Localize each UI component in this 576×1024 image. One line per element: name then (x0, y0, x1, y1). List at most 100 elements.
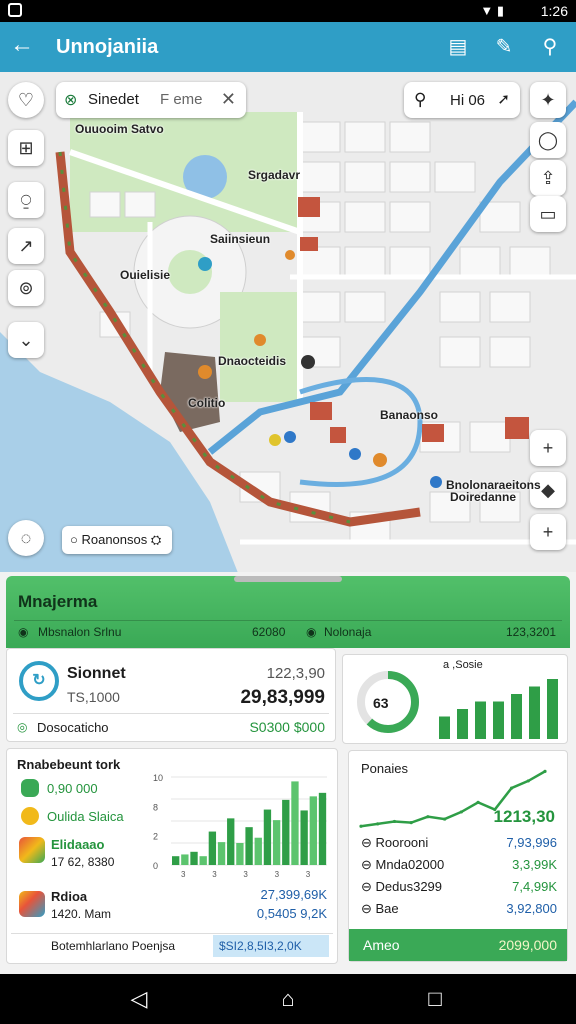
line-point (543, 769, 547, 773)
tick-label: 3 (212, 870, 217, 879)
right-value: 0,5405 9,2K (256, 906, 327, 921)
line-point (392, 819, 397, 824)
home-nav-icon[interactable]: ⌂ (275, 986, 301, 1012)
pin-icon: ◉ (18, 625, 29, 639)
breakdown-card[interactable]: Rnabebeunt tork 0,90 000 Oulida Slaica E… (6, 748, 338, 964)
bar (272, 820, 281, 865)
row-dot-icon: ⊖ (361, 879, 376, 894)
search-field[interactable]: ⊗ Sinedet F eme ✕ (56, 82, 246, 118)
divider (11, 933, 333, 934)
bar (291, 781, 299, 865)
card-foot-value: S0300 $000 (249, 719, 325, 735)
bar (181, 854, 189, 865)
item-label: Rdioa (51, 889, 88, 904)
trend-footer-label: Ameo (363, 937, 400, 953)
zoom-in-icon[interactable]: + (530, 430, 566, 466)
radio-icon: ◎ (17, 720, 28, 734)
row-label: Mnda02000 (375, 857, 445, 872)
card-value-2: 29,83,999 (240, 687, 325, 708)
status-bar: ▼ ▮ 1:26 (0, 0, 576, 22)
trend-card[interactable]: Ponaies 1213,30 ⊖ Roorooni 7,93,996 ⊖ Mnd… (348, 750, 568, 962)
bar (547, 679, 558, 739)
map-label: Colitio (188, 396, 226, 410)
trend-footer[interactable]: Ameo 2099,000 (349, 929, 567, 961)
item-label: 0,90 000 (47, 781, 98, 796)
edit-icon[interactable]: ✎ (490, 33, 518, 61)
stats-card[interactable]: ↻ Sionnet TS,1000 122,3,90 29,83,999 ◎ D… (6, 648, 336, 742)
divider (13, 713, 329, 714)
pin-outline-icon[interactable]: ⍜ (8, 182, 44, 218)
arrow-left-icon[interactable]: ← (10, 32, 34, 58)
message-icon[interactable]: ▭ (530, 196, 566, 232)
line-point (426, 815, 430, 819)
line-point (443, 817, 447, 821)
breakdown-title: Rnabebeunt tork (17, 757, 121, 772)
map-label: Saiinsieun (210, 232, 271, 246)
info-icon[interactable]: ◌ (8, 520, 44, 556)
card-foot-label: Dosocaticho (37, 720, 109, 735)
summary-row: ◉ Mbsnalon Srlnu 62080 ◉ Nolonaja 123,32… (14, 620, 562, 642)
bar (217, 842, 226, 865)
line-point (526, 779, 530, 783)
row-dot-icon: ⊖ (361, 835, 376, 850)
share-icon[interactable]: ⇪ (530, 160, 566, 196)
bar (254, 837, 262, 865)
map-label: Banaonso (380, 408, 439, 422)
tick-label: 0 (153, 861, 158, 871)
location-pin-icon[interactable]: ♡ (8, 82, 44, 118)
gps-icon[interactable]: ⊚ (8, 270, 44, 306)
search-icon: ⚲ (414, 90, 427, 109)
routes-chip[interactable]: ○ Roanonsos ⛭ (62, 526, 172, 554)
gauge-card[interactable]: 63 a ,Sosie (342, 654, 568, 744)
recents-nav-icon[interactable]: □ (422, 986, 448, 1012)
collapse-icon[interactable]: ⌄ (8, 322, 44, 358)
row-value: 7,4,99K (512, 879, 557, 894)
card-sub: TS,1000 (67, 689, 120, 705)
bar (439, 716, 450, 739)
row-value: 7,93,996 (506, 835, 557, 850)
bar (172, 856, 180, 865)
bar (309, 796, 317, 865)
summary-right-label: Nolonaja (324, 625, 372, 639)
trend-row: ⊖ Dedus3299 7,4,99K (361, 879, 557, 895)
right-value: 27,399,69K (260, 887, 327, 902)
compass-icon[interactable]: ✦ (530, 82, 566, 118)
newspaper-icon[interactable]: ▤ (444, 33, 472, 61)
row-label: Dedus3299 (375, 879, 443, 894)
map-icon[interactable]: ⊞ (8, 130, 44, 166)
bar (245, 827, 253, 865)
search-placeholder: F eme (160, 91, 203, 108)
bar (493, 701, 504, 739)
summary-mid: 62080 (252, 625, 286, 639)
tick-label: 3 (243, 870, 248, 879)
app-title: Unnojaniia (56, 36, 159, 58)
clear-icon[interactable]: ✕ (221, 89, 236, 110)
bar (263, 809, 272, 865)
drag-handle[interactable] (234, 576, 342, 582)
search-person-icon[interactable]: ⚲ (536, 33, 564, 61)
chip-label: Roanonsos (81, 532, 148, 547)
signal-icon: ▼ ▮ (480, 3, 504, 18)
search-value: Sinedet (88, 91, 139, 108)
summary-header: Mnajerma ◉ Mbsnalon Srlnu 62080 ◉ Nolona… (6, 576, 570, 648)
tick-label: 3 (181, 870, 186, 879)
navigate-icon[interactable]: ➚ (497, 90, 510, 108)
notification-icon (8, 3, 22, 17)
gauge-title: a ,Sosie (443, 659, 483, 671)
back-nav-icon[interactable]: ◁ (126, 986, 152, 1012)
summary-right-value: 123,3201 (505, 625, 556, 639)
item-label: Oulida Slaica (47, 809, 124, 824)
route-icon[interactable]: ↗ (8, 228, 44, 264)
app-bar: ← Unnojaniia ▤ ✎ ⚲ (0, 22, 576, 72)
bar (475, 701, 486, 739)
secondary-search[interactable]: ⚲ Hi 06 ➚ (404, 82, 520, 118)
map-view[interactable]: ♡ ⊗ Sinedet F eme ✕ ⚲ Hi 06 ➚ ✦ ◯ ⇪ ▭ ⊞ … (0, 72, 576, 578)
clock: 1:26 (540, 3, 568, 19)
add-icon[interactable]: + (530, 514, 566, 550)
card-value-1: 122,3,90 (266, 665, 325, 682)
item-sub: 1420. Mam (51, 907, 112, 921)
bar (208, 831, 217, 865)
small-bar-chart (439, 679, 558, 739)
summary-title: Mnajerma (18, 592, 98, 611)
layers-icon[interactable]: ◯ (530, 122, 566, 158)
